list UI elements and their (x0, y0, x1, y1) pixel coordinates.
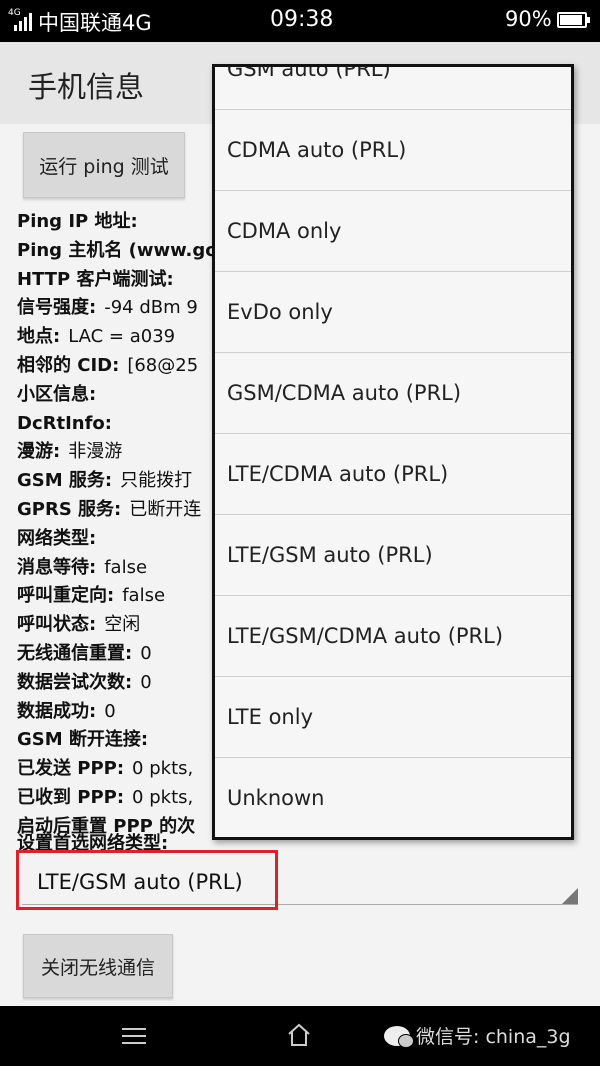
info-row-value: [68@25 (127, 354, 199, 376)
wechat-watermark: 微信号: china_3g (384, 1022, 571, 1049)
info-row-value: 0 (104, 700, 116, 722)
dropdown-option[interactable]: GSM auto (PRL) (215, 67, 571, 110)
dropdown-option[interactable]: CDMA only (215, 191, 571, 272)
info-row-value: 0 (140, 642, 152, 664)
dropdown-option[interactable]: Unknown (215, 758, 571, 837)
info-row-label: 呼叫重定向: (17, 585, 115, 607)
info-row: HTTP 客户端测试: (17, 266, 217, 295)
info-row-label: 漫游: (17, 441, 61, 463)
info-row: 小区信息: (17, 381, 217, 410)
battery-percent: 90% (505, 7, 552, 31)
info-row-label: GSM 断开连接: (17, 729, 149, 751)
wechat-icon (384, 1025, 414, 1048)
info-row-label: 小区信息: (17, 383, 97, 405)
info-row-label: 无线通信重置: (17, 642, 133, 664)
page-title: 手机信息 (28, 70, 145, 104)
annotation-highlight-box (16, 850, 278, 910)
info-row-label: 消息等待: (17, 556, 97, 578)
info-row-label: 相邻的 CID: (17, 354, 120, 376)
info-row-label: GSM 服务: (17, 470, 113, 492)
info-row: 消息等待: false (17, 554, 217, 583)
info-row: 相邻的 CID: [68@25 (17, 352, 217, 381)
info-row-label: 数据尝试次数: (17, 671, 133, 693)
info-row-value: false (104, 556, 148, 578)
dropdown-option[interactable]: CDMA auto (PRL) (215, 110, 571, 191)
info-row-label: 地点: (17, 326, 61, 348)
info-row-value: 0 (140, 671, 152, 693)
spinner-arrow-icon (562, 888, 578, 904)
info-row-value: 非漫游 (68, 441, 123, 463)
info-row: DcRtInfo: (17, 410, 217, 439)
info-list: Ping IP 地址: Ping 主机名 (www.go HTTP 客户端测试: 信号… (17, 208, 217, 842)
info-row-label: 网络类型: (17, 527, 97, 549)
info-row-value: LAC = a039 (68, 326, 176, 348)
info-row: GSM 服务: 只能拨打 (17, 467, 217, 496)
info-row: 无线通信重置: 0 (17, 640, 217, 669)
info-row-label: 呼叫状态: (17, 614, 97, 636)
info-row: 网络类型: (17, 525, 217, 554)
info-row-value: 已断开连 (129, 498, 202, 520)
info-row-value: 0 pkts, (132, 786, 194, 808)
info-row: 信号强度: -94 dBm 9 (17, 294, 217, 323)
info-row-value: false (122, 585, 166, 607)
info-row-value: 0 pkts, (132, 758, 194, 780)
battery-fill (560, 15, 582, 25)
dropdown-option[interactable]: LTE/GSM/CDMA auto (PRL) (215, 596, 571, 677)
info-row-label: Ping 主机名 (www.go (17, 239, 217, 261)
info-row-label: GPRS 服务: (17, 498, 122, 520)
info-row: 地点: LAC = a039 (17, 323, 217, 352)
carrier-group: 4G 中国联通4G (8, 7, 152, 37)
info-row: 数据成功: 0 (17, 698, 217, 727)
status-bar: 4G 中国联通4G 09:38 90% (0, 0, 600, 42)
info-row-value: 空闲 (104, 614, 141, 636)
info-row-label: 信号强度: (17, 297, 97, 319)
info-row: 呼叫状态: 空闲 (17, 611, 217, 640)
info-row: 漫游: 非漫游 (17, 438, 217, 467)
navigation-bar: 微信号: china_3g (0, 1006, 600, 1066)
wechat-id-text: 微信号: china_3g (416, 1026, 571, 1048)
battery-icon (557, 12, 590, 28)
network-type-tag: 4G (8, 8, 21, 18)
menu-icon[interactable] (122, 1028, 146, 1044)
turn-off-radio-button[interactable]: 关闭无线通信 (23, 934, 173, 998)
dropdown-option[interactable]: LTE/GSM auto (PRL) (215, 515, 571, 596)
info-row: 数据尝试次数: 0 (17, 669, 217, 698)
info-row: GPRS 服务: 已断开连 (17, 496, 217, 525)
network-type-dropdown[interactable]: GSM auto (PRL) CDMA auto (PRL) CDMA only Ev… (212, 64, 574, 840)
dropdown-option[interactable]: EvDo only (215, 272, 571, 353)
clock: 09:38 (270, 7, 334, 32)
dropdown-option[interactable]: LTE/CDMA auto (PRL) (215, 434, 571, 515)
carrier-name: 中国联通4G (38, 11, 152, 35)
dropdown-option[interactable]: LTE only (215, 677, 571, 758)
run-ping-test-button[interactable]: 运行 ping 测试 (23, 132, 185, 198)
info-row-label: Ping IP 地址: (17, 211, 138, 232)
info-row: GSM 断开连接: (17, 726, 217, 755)
info-row-label: HTTP 客户端测试: (17, 268, 174, 290)
info-row: 已发送 PPP: 0 pkts, (17, 755, 217, 784)
home-icon[interactable] (286, 1022, 312, 1048)
dropdown-option[interactable]: GSM/CDMA auto (PRL) (215, 353, 571, 434)
info-row-label: 已发送 PPP: (17, 758, 125, 780)
info-row: Ping IP 地址: (17, 208, 217, 237)
signal-icon: 4G (8, 8, 34, 33)
info-row: Ping 主机名 (www.go (17, 237, 217, 266)
info-row-label: 数据成功: (17, 700, 97, 722)
info-row-label: DcRtInfo: (17, 412, 112, 434)
info-row: 呼叫重定向: false (17, 582, 217, 611)
info-row-label: 已收到 PPP: (17, 786, 125, 808)
info-row-value: -94 dBm 9 (104, 297, 198, 319)
info-row-value: 只能拨打 (120, 470, 193, 492)
info-row: 已收到 PPP: 0 pkts, (17, 784, 217, 813)
